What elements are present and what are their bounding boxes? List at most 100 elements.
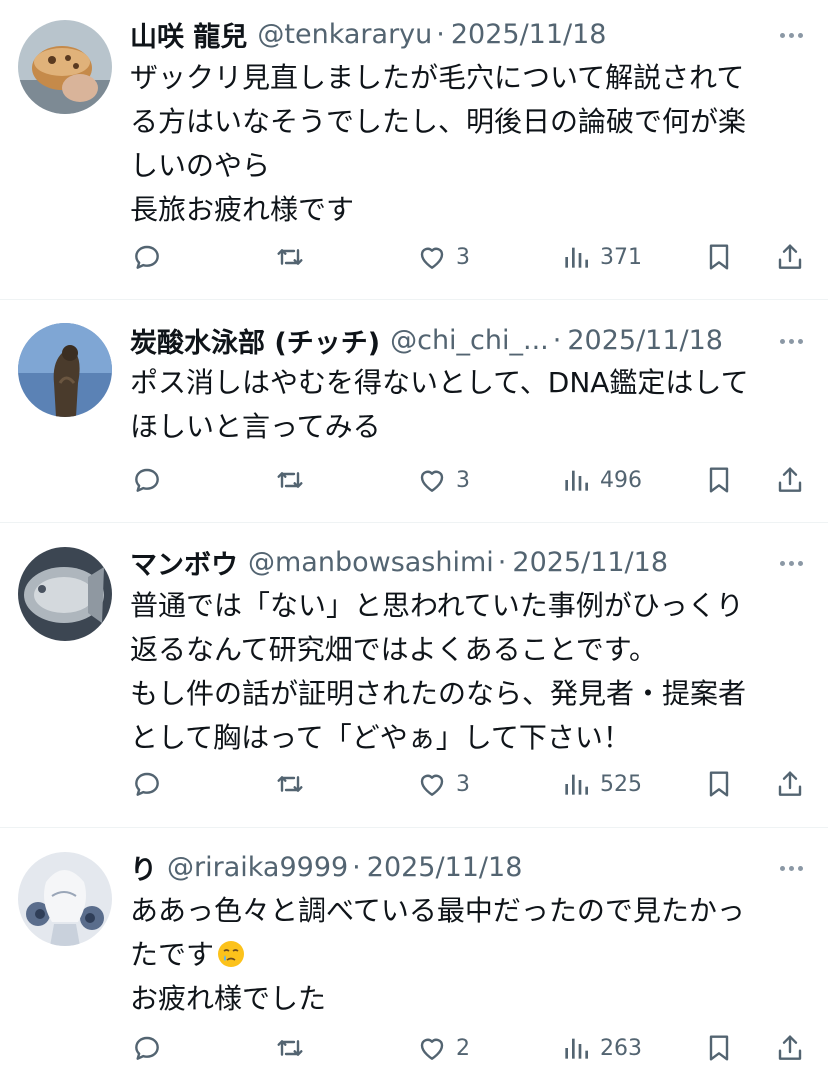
tweet-text: 普通では「ない」と思われていた事例がひっくり 返るなんて研究畑ではよくあることで…: [130, 584, 798, 760]
like-icon: [420, 774, 444, 796]
tweet-text-line: ザックリ見直しましたが毛穴について解説されて: [130, 61, 745, 94]
tweet-text: ザックリ見直しましたが毛穴について解説されて る方はいなそうでしたし、明後日の論…: [130, 56, 798, 232]
separator-dot: ·: [497, 546, 507, 578]
tweet-text-line: お疲れ様でした: [130, 982, 327, 1015]
view-count: 496: [600, 467, 642, 493]
tweet-text-line: として胸はって「どやぁ」して下さい！: [130, 721, 631, 754]
view-count: 263: [600, 1035, 642, 1061]
display-name[interactable]: り: [130, 848, 157, 887]
divider: [0, 522, 828, 523]
share-button[interactable]: [774, 764, 806, 804]
more-icon[interactable]: [776, 853, 806, 883]
divider: [0, 827, 828, 828]
tweet-date[interactable]: 2025/11/18: [567, 325, 723, 356]
separator-dot: ·: [436, 18, 445, 50]
bookmark-button[interactable]: [703, 1028, 735, 1068]
face-holding-back-tears-icon: [218, 941, 245, 967]
like-button[interactable]: 3: [416, 460, 470, 500]
display-name[interactable]: 山咲 龍兒: [130, 15, 247, 54]
more-icon[interactable]: [776, 548, 806, 578]
like-count: 3: [456, 467, 470, 493]
tweet-text-line: 普通では「ない」と思われていた事例がひっくり: [130, 589, 744, 622]
share-button[interactable]: [774, 1028, 806, 1068]
tweet-date[interactable]: 2025/11/18: [367, 852, 523, 883]
bookmark-icon: [709, 244, 729, 270]
repost-icon: [277, 776, 303, 792]
views-button[interactable]: 496: [560, 460, 642, 500]
separator-dot: ·: [552, 324, 562, 356]
reply-icon: [135, 245, 159, 269]
avatar[interactable]: [18, 323, 112, 417]
reply-icon: [135, 1036, 159, 1060]
avatar[interactable]: [18, 20, 112, 114]
like-icon: [420, 1038, 444, 1060]
action-bar: 2 263: [0, 1028, 828, 1068]
like-button[interactable]: 3: [416, 764, 470, 804]
views-icon: [565, 247, 588, 268]
reply-button[interactable]: [131, 460, 163, 500]
separator-dot: ·: [352, 851, 361, 883]
views-icon: [565, 774, 588, 795]
views-icon: [565, 1038, 588, 1059]
reply-icon: [135, 468, 159, 492]
tweet-text: ああっ色々と調べている最中だったので見たかっ たです お疲れ様でした: [130, 889, 798, 1021]
like-icon: [420, 470, 444, 492]
repost-icon: [277, 249, 303, 265]
like-button[interactable]: 2: [416, 1028, 470, 1068]
bookmark-icon: [709, 771, 729, 797]
more-icon[interactable]: [776, 326, 806, 356]
repost-button[interactable]: [274, 764, 306, 804]
like-count: 2: [456, 1035, 470, 1061]
tweet-date[interactable]: 2025/11/18: [451, 19, 607, 50]
share-button[interactable]: [774, 460, 806, 500]
more-icon[interactable]: [776, 20, 806, 50]
like-button[interactable]: 3: [416, 237, 470, 277]
views-button[interactable]: 371: [560, 237, 642, 277]
divider: [0, 299, 828, 300]
bookmark-icon: [709, 1035, 729, 1061]
tweet-text-line: たです: [130, 933, 798, 977]
share-icon: [778, 1035, 802, 1060]
repost-button[interactable]: [274, 1028, 306, 1068]
tweet-text-line: ポス消しはやむを得ないとして、DNA鑑定はして: [130, 366, 749, 399]
display-name[interactable]: 炭酸水泳部 (チッチ): [130, 321, 380, 360]
avatar[interactable]: [18, 852, 112, 946]
bookmark-button[interactable]: [703, 237, 735, 277]
repost-button[interactable]: [274, 460, 306, 500]
tweet-text-segment: たです: [130, 938, 215, 971]
reply-button[interactable]: [131, 1028, 163, 1068]
reply-button[interactable]: [131, 764, 163, 804]
views-button[interactable]: 525: [560, 764, 642, 804]
like-count: 3: [456, 771, 470, 797]
reply-icon: [135, 772, 159, 796]
like-count: 3: [456, 244, 470, 270]
bookmark-button[interactable]: [703, 460, 735, 500]
repost-icon: [277, 472, 303, 488]
user-handle[interactable]: @tenkararyu: [257, 19, 432, 50]
tweet-text-line: 返るなんて研究畑ではよくあることです。: [130, 633, 657, 666]
display-name[interactable]: マンボウ: [130, 543, 238, 582]
tweet-text-line: しいのやら: [130, 149, 271, 182]
share-icon: [778, 771, 802, 796]
views-button[interactable]: 263: [560, 1028, 642, 1068]
reply-button[interactable]: [131, 237, 163, 277]
bookmark-button[interactable]: [703, 764, 735, 804]
tweet-text-line: る方はいなそうでしたし、明後日の論破で何が楽: [130, 105, 747, 138]
repost-button[interactable]: [274, 237, 306, 277]
view-count: 525: [600, 771, 642, 797]
tweet-text-line: ほしいと言ってみる: [130, 410, 381, 443]
user-handle[interactable]: @manbowsashimi: [248, 547, 494, 578]
action-bar: 3 525: [0, 764, 828, 804]
user-handle[interactable]: @chi_chi_...: [390, 325, 549, 356]
action-bar: 3 371: [0, 237, 828, 277]
action-bar: 3 496: [0, 460, 828, 500]
tweet-text-line: ああっ色々と調べている最中だったので見たかっ: [130, 894, 745, 927]
user-handle[interactable]: @riraika9999: [167, 852, 348, 883]
bookmark-icon: [709, 467, 729, 493]
avatar[interactable]: [18, 547, 112, 641]
tweet-date[interactable]: 2025/11/18: [512, 547, 668, 578]
share-button[interactable]: [774, 237, 806, 277]
share-icon: [778, 244, 802, 269]
repost-icon: [277, 1040, 303, 1056]
like-icon: [420, 247, 444, 269]
